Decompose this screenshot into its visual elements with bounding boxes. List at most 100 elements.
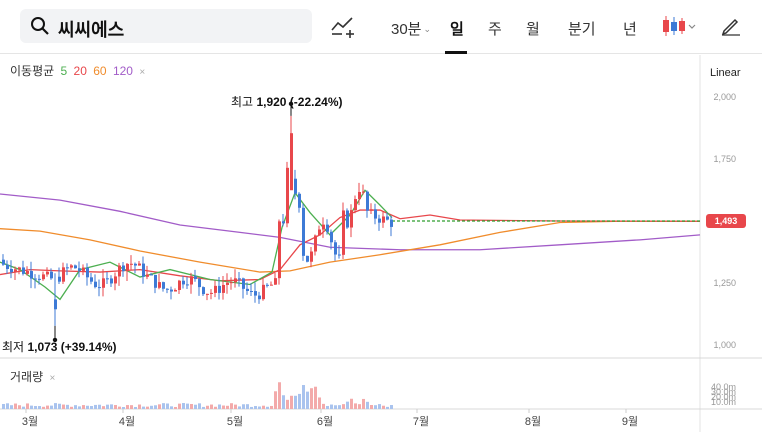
candle-body (158, 282, 161, 288)
volume-bar (158, 404, 161, 409)
low-annotation: 최저 1,073 (+39.14%) (2, 338, 117, 355)
candle-body (170, 289, 173, 292)
tab-quarter[interactable]: 분기 (568, 18, 596, 39)
volume-bar (262, 405, 265, 409)
volume-bar (202, 406, 205, 409)
volume-bar (162, 403, 165, 409)
volume-title: 거래량 × (10, 368, 55, 385)
month-label: 5월 (227, 415, 243, 428)
volume-bar (166, 403, 169, 409)
candle-body (30, 271, 33, 279)
candle-body (386, 216, 389, 220)
volume-bar (18, 405, 21, 409)
volume-bar (182, 403, 185, 409)
candle-body (358, 191, 361, 200)
volume-bar (30, 405, 33, 409)
volume-bar (170, 406, 173, 409)
candle-body (366, 191, 369, 211)
candle-body (246, 288, 249, 292)
candle-body (282, 221, 285, 224)
volume-bar (6, 403, 9, 409)
candle-body (326, 224, 329, 232)
volume-bar (66, 404, 69, 409)
candle-body (2, 259, 5, 265)
volume-bar (42, 406, 45, 409)
interval-30m-dropdown[interactable]: 30분 ⌄ (391, 18, 431, 39)
high-low-markers (52, 101, 294, 343)
volume-bar (130, 405, 133, 409)
volume-bar (186, 403, 189, 409)
volume-bar (286, 399, 289, 409)
tab-month[interactable]: 월 (526, 18, 540, 39)
volume-bar (46, 405, 49, 409)
volume-bar (214, 406, 217, 409)
volume-bar (190, 403, 193, 409)
volume-axis: 40.0m30.0m20.0m10.0m (711, 382, 736, 407)
volume-bar (330, 404, 333, 409)
volume-bar (298, 393, 301, 409)
candle-body (242, 278, 245, 289)
candle-body (154, 274, 157, 288)
volume-bar (118, 406, 121, 409)
candle-body (178, 280, 181, 290)
date-axis: 3월 4월 5월 6월 7월 8월 9월 (22, 409, 638, 428)
add-indicator-icon[interactable] (330, 14, 358, 43)
volume-bar (110, 404, 113, 409)
candlestick-type-icon[interactable] (662, 14, 698, 43)
candle-body (190, 276, 193, 285)
volume-bar (390, 405, 393, 409)
volume-bar (70, 406, 73, 409)
volume-bar (278, 382, 281, 409)
candle-body (46, 271, 49, 275)
volume-bar (122, 406, 125, 409)
current-price-tag: 1,493 (706, 214, 746, 228)
price-chart[interactable]: 1,0001,2501,5001,7502,000 40.0m30.0m20.0… (0, 55, 762, 432)
volume-bar (198, 403, 201, 409)
candle-body (230, 282, 233, 284)
active-tab-indicator (445, 51, 467, 54)
volume-bar (294, 395, 297, 409)
candle-body (134, 263, 137, 266)
volume-bar (34, 406, 37, 409)
high-value: 1,920 (-22.24%) (256, 95, 343, 109)
volume-bar (362, 398, 365, 409)
volume-bar (354, 403, 357, 409)
month-label: 6월 (317, 415, 333, 428)
volume-bar (50, 405, 53, 409)
candle-body (258, 295, 261, 300)
candle-body (286, 167, 289, 224)
volume-bar (282, 395, 285, 409)
candle-body (94, 281, 97, 288)
volume-bar (346, 401, 349, 409)
volume-bar (142, 406, 145, 409)
tab-day[interactable]: 일 (450, 18, 464, 39)
volume-bar (314, 386, 317, 409)
candle-body (214, 285, 217, 293)
month-label: 8월 (525, 415, 541, 428)
chart-toolbar: 씨씨에스 30분 ⌄ 일 주 월 분기 년 (0, 0, 762, 54)
candle-body (234, 278, 237, 283)
volume-bar (94, 404, 97, 409)
candle-body (330, 231, 333, 243)
candle-body (114, 276, 117, 284)
volume-close-icon[interactable]: × (49, 373, 55, 384)
volume-bar (154, 405, 157, 409)
volume-bar (350, 398, 353, 409)
candle-body (70, 265, 73, 268)
candle-body (262, 284, 265, 300)
candlesticks (2, 115, 393, 326)
search-query[interactable]: 씨씨에스 (58, 16, 124, 42)
volume-bar (134, 406, 137, 409)
candle-body (182, 280, 185, 285)
volume-bar (230, 403, 233, 409)
volume-bar (370, 404, 373, 409)
draw-pencil-icon[interactable] (720, 14, 742, 41)
candle-body (14, 269, 17, 273)
candle-body (142, 263, 145, 277)
tab-year[interactable]: 년 (623, 18, 637, 39)
interval-30m-label: 30분 (391, 21, 422, 38)
stock-search-box[interactable]: 씨씨에스 (20, 9, 312, 43)
volume-bar (366, 401, 369, 409)
volume-bars (2, 382, 393, 409)
tab-week[interactable]: 주 (488, 18, 502, 39)
